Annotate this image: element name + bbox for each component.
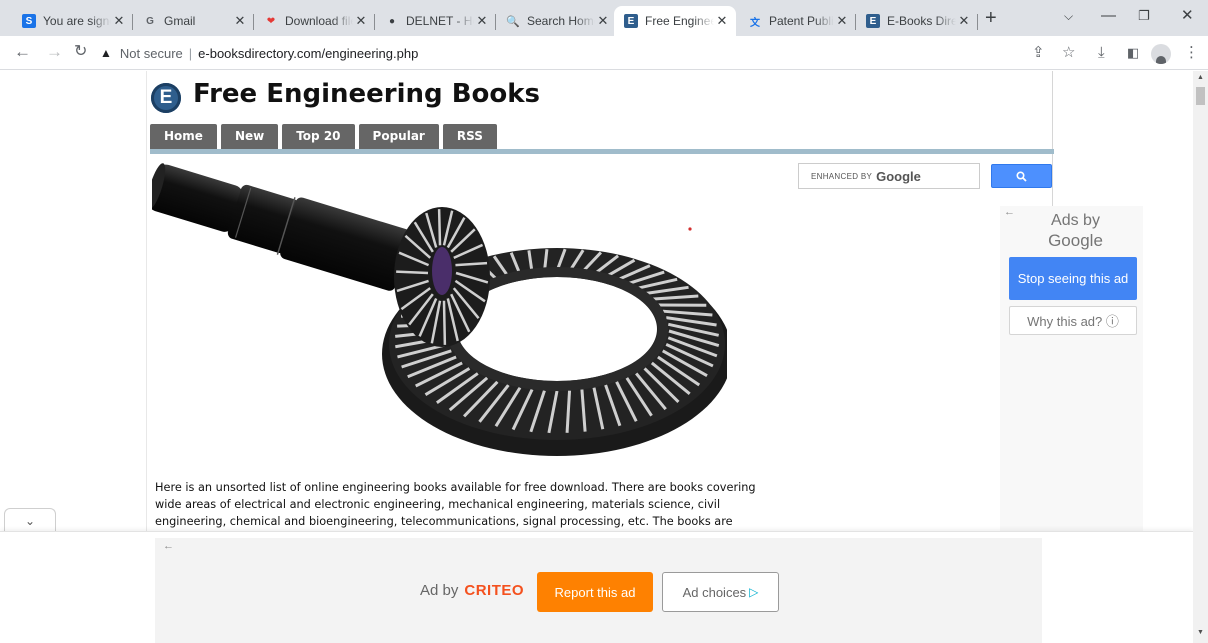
download-icon[interactable]: ⤓ <box>1098 44 1105 62</box>
tab-6[interactable]: 文 Patent Public Search ✕ <box>738 6 856 36</box>
ad-by-criteo: Ad by CRITEO <box>420 582 524 599</box>
bookmark-star-icon[interactable]: ☆ <box>1062 44 1075 62</box>
report-ad-button[interactable]: Report this ad <box>537 572 653 612</box>
google-brand: Google <box>876 168 921 184</box>
heart-icon: ❤ <box>266 15 276 27</box>
reload-icon[interactable]: ↻ <box>74 42 87 62</box>
new-tab-plus-icon[interactable]: + <box>985 8 997 28</box>
tab-4[interactable]: 🔍 Search Home ✕ <box>496 6 617 36</box>
tab-5-active[interactable]: E Free Engineering Books ✕ <box>614 6 736 36</box>
tab-title: Free Engineering Books <box>645 14 714 28</box>
tab-title: Patent Public Search <box>769 14 834 28</box>
google-search-input[interactable]: ENHANCED BY Google <box>798 163 980 189</box>
tab-title: Gmail <box>164 14 196 28</box>
tab-title: Search Home <box>527 14 595 28</box>
site-logo[interactable]: E <box>151 83 181 113</box>
scrollbar-thumb[interactable] <box>1196 87 1205 105</box>
ebooks-icon: E <box>624 14 638 28</box>
side-panel-icon[interactable]: ◧ <box>1127 44 1139 62</box>
close-icon[interactable]: ✕ <box>474 13 490 29</box>
tab-3[interactable]: ● DELNET - Home ✕ <box>375 6 496 36</box>
close-icon[interactable]: ✕ <box>714 13 730 29</box>
magnifier-icon: 🔍 <box>506 15 520 28</box>
warning-triangle-icon[interactable]: ▲ <box>100 46 112 60</box>
menu-kebab-icon[interactable]: ⋮ <box>1184 44 1199 62</box>
nav-popular[interactable]: Popular <box>358 124 439 149</box>
close-icon[interactable]: ✕ <box>834 13 850 29</box>
profile-avatar-icon[interactable] <box>1151 44 1171 64</box>
scroll-up-icon[interactable]: ▲ <box>1197 74 1204 81</box>
ads-by-brand: Google <box>1048 231 1103 250</box>
address-bar[interactable]: ▲ Not secure | e-booksdirectory.com/engi… <box>100 40 1090 66</box>
ad-back-arrow-icon[interactable]: ← <box>163 540 174 552</box>
close-icon[interactable]: ✕ <box>232 13 248 29</box>
patent-icon: 文 <box>750 17 760 29</box>
scroll-down-icon[interactable]: ▼ <box>1197 629 1204 636</box>
adchoices-triangle-icon: ▷ <box>749 585 759 599</box>
browser-toolbar: ← → ↻ ▲ Not secure | e-booksdirectory.co… <box>0 36 1208 70</box>
tab-title: You are signed in <box>43 14 111 28</box>
share-icon[interactable]: ⇪ <box>1032 44 1045 62</box>
nav-top-20[interactable]: Top 20 <box>282 124 355 149</box>
bevel-gear-image <box>152 159 727 459</box>
tab-2[interactable]: ❤ Download files ✕ <box>254 6 375 36</box>
site-nav: Home New Top 20 Popular RSS <box>150 124 497 149</box>
ads-by-label: Ads by <box>1051 212 1100 229</box>
site-title[interactable]: Free Engineering Books <box>193 79 540 109</box>
bottom-ad-bar: ← Ad by CRITEO Report this ad Ad choices… <box>0 531 1193 643</box>
stop-seeing-ad-button[interactable]: Stop seeing this ad <box>1009 257 1137 300</box>
ebooks-icon: E <box>866 14 880 28</box>
page-content: E Free Engineering Books Home New Top 20… <box>146 71 1143 551</box>
address-divider: | <box>188 45 193 61</box>
collapse-ad-chevron-icon[interactable]: ⌄ <box>4 508 56 532</box>
s-icon: S <box>22 14 36 28</box>
nav-new[interactable]: New <box>220 124 279 149</box>
nav-rss[interactable]: RSS <box>442 124 497 149</box>
tab-strip: S You are signed in ✕ G Gmail ✕ ❤ Downlo… <box>0 0 1208 36</box>
minimize-icon[interactable]: — <box>1101 6 1116 26</box>
ad-choices-button[interactable]: Ad choices ▷ <box>662 572 779 612</box>
security-status: Not secure <box>119 45 183 61</box>
tab-0[interactable]: S You are signed in ✕ <box>12 6 133 36</box>
globe-icon: ● <box>388 15 396 27</box>
search-icon <box>1016 170 1027 182</box>
criteo-logo: CRITEO <box>464 582 525 599</box>
bottom-ad-frame: ← Ad by CRITEO Report this ad Ad choices… <box>155 538 1042 643</box>
restore-icon[interactable]: ❐ <box>1138 6 1150 26</box>
gmail-icon: G <box>146 15 154 27</box>
search-prefix: ENHANCED BY <box>811 171 873 181</box>
close-icon[interactable]: ✕ <box>111 13 127 29</box>
page-scrollbar[interactable]: ▲ ▼ <box>1193 71 1208 643</box>
header-divider <box>150 149 1054 154</box>
ad-by-label: Ad by <box>420 582 459 599</box>
url-text: e-booksdirectory.com/engineering.php <box>198 45 419 61</box>
search-button[interactable] <box>991 164 1052 188</box>
close-icon[interactable]: ✕ <box>956 13 972 29</box>
nav-home[interactable]: Home <box>150 124 217 149</box>
back-arrow-icon[interactable]: ← <box>14 42 31 62</box>
tab-title: E-Books Directory <box>887 14 956 28</box>
tab-7[interactable]: E E-Books Directory ✕ <box>856 6 978 36</box>
side-ad: ← Ads by Google Stop seeing this ad Why … <box>1000 206 1143 551</box>
page-viewport: E Free Engineering Books Home New Top 20… <box>0 71 1193 643</box>
why-this-ad-button[interactable]: Why this ad? ⓘ <box>1009 306 1137 335</box>
ads-by-google: Ads by Google <box>1000 211 1143 251</box>
ad-choices-label: Ad choices <box>682 584 747 600</box>
tab-title: Download files <box>285 14 353 28</box>
tab-1[interactable]: G Gmail ✕ <box>133 6 254 36</box>
tab-search-chevron-icon[interactable]: ⌵ <box>1064 6 1073 26</box>
close-icon[interactable]: ✕ <box>353 13 369 29</box>
forward-arrow-icon[interactable]: → <box>46 42 63 62</box>
intro-paragraph: Here is an unsorted list of online engin… <box>155 481 756 528</box>
tab-title: DELNET - Home <box>406 14 474 28</box>
close-icon[interactable]: ✕ <box>595 13 611 29</box>
window-close-icon[interactable]: ✕ <box>1181 6 1194 26</box>
